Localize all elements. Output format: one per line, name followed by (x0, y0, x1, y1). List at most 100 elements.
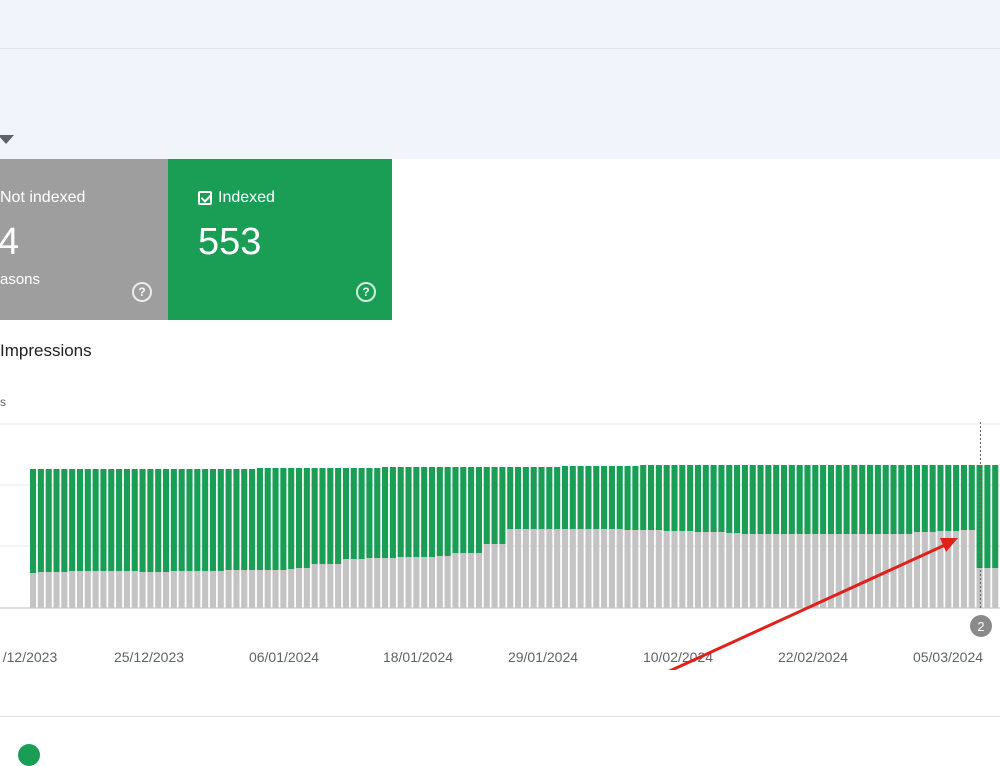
bar-not-indexed[interactable] (288, 569, 295, 608)
bar-indexed[interactable] (53, 469, 60, 572)
bar-indexed[interactable] (780, 465, 788, 534)
bar-not-indexed[interactable] (554, 529, 561, 608)
bar-not-indexed[interactable] (984, 568, 991, 608)
bar-indexed[interactable] (710, 465, 717, 532)
bar-indexed[interactable] (851, 465, 858, 534)
bar-indexed[interactable] (515, 467, 522, 529)
bar-not-indexed[interactable] (421, 557, 428, 608)
bar-indexed[interactable] (867, 465, 874, 534)
bar-indexed[interactable] (984, 465, 991, 568)
bar-indexed[interactable] (233, 469, 240, 570)
bar-indexed[interactable] (45, 469, 52, 572)
bar-not-indexed[interactable] (162, 572, 170, 608)
bar-indexed[interactable] (92, 469, 99, 571)
bar-not-indexed[interactable] (632, 530, 639, 608)
bar-not-indexed[interactable] (295, 568, 303, 608)
bar-not-indexed[interactable] (108, 571, 115, 608)
bar-not-indexed[interactable] (233, 570, 240, 608)
bar-not-indexed[interactable] (37, 572, 44, 608)
bar-not-indexed[interactable] (694, 532, 702, 608)
bar-not-indexed[interactable] (382, 558, 389, 608)
bar-indexed[interactable] (945, 465, 952, 531)
bar-not-indexed[interactable] (702, 532, 709, 608)
bar-not-indexed[interactable] (499, 544, 506, 608)
bar-not-indexed[interactable] (350, 559, 357, 608)
bar-indexed[interactable] (397, 467, 404, 557)
bar-not-indexed[interactable] (84, 571, 91, 608)
bar-not-indexed[interactable] (389, 558, 396, 608)
bar-indexed[interactable] (30, 469, 37, 573)
bar-indexed[interactable] (624, 466, 631, 530)
bar-indexed[interactable] (530, 467, 537, 529)
bar-not-indexed[interactable] (468, 553, 475, 608)
bar-indexed[interactable] (601, 466, 608, 529)
bar-not-indexed[interactable] (679, 531, 686, 608)
bar-indexed[interactable] (256, 468, 263, 570)
bar-not-indexed[interactable] (327, 564, 334, 608)
bar-not-indexed[interactable] (577, 529, 584, 608)
bar-not-indexed[interactable] (843, 534, 850, 608)
bar-not-indexed[interactable] (968, 530, 975, 608)
bar-indexed[interactable] (663, 465, 670, 531)
bar-not-indexed[interactable] (131, 571, 138, 608)
checkbox-icon[interactable] (198, 191, 212, 205)
bar-indexed[interactable] (890, 465, 897, 534)
bar-not-indexed[interactable] (655, 530, 662, 608)
bar-not-indexed[interactable] (475, 553, 482, 608)
bar-not-indexed[interactable] (757, 534, 764, 608)
bar-indexed[interactable] (491, 467, 498, 544)
bar-not-indexed[interactable] (264, 570, 271, 608)
bar-indexed[interactable] (452, 467, 459, 553)
bar-indexed[interactable] (280, 468, 287, 570)
bar-not-indexed[interactable] (734, 533, 741, 608)
bar-indexed[interactable] (272, 468, 279, 570)
bar-indexed[interactable] (773, 465, 780, 534)
bar-indexed[interactable] (413, 467, 420, 557)
bar-not-indexed[interactable] (405, 557, 412, 608)
bar-indexed[interactable] (812, 465, 819, 534)
bar-not-indexed[interactable] (483, 544, 490, 608)
bar-not-indexed[interactable] (256, 570, 263, 608)
bar-not-indexed[interactable] (647, 530, 655, 608)
bar-not-indexed[interactable] (874, 534, 881, 608)
bar-not-indexed[interactable] (444, 556, 451, 608)
bar-not-indexed[interactable] (358, 559, 365, 608)
bar-indexed[interactable] (820, 465, 827, 534)
bar-indexed[interactable] (374, 468, 381, 558)
bar-indexed[interactable] (178, 469, 185, 571)
bar-indexed[interactable] (249, 469, 256, 570)
bar-indexed[interactable] (741, 465, 748, 534)
bar-indexed[interactable] (460, 467, 467, 553)
bar-not-indexed[interactable] (311, 564, 318, 608)
bar-indexed[interactable] (921, 465, 928, 532)
bar-not-indexed[interactable] (601, 529, 608, 608)
bar-indexed[interactable] (288, 468, 295, 569)
bar-indexed[interactable] (874, 465, 881, 534)
bar-indexed[interactable] (335, 468, 342, 564)
bar-indexed[interactable] (483, 467, 490, 544)
bar-indexed[interactable] (788, 465, 795, 534)
bar-indexed[interactable] (37, 469, 44, 572)
bar-indexed[interactable] (311, 468, 318, 564)
bar-indexed[interactable] (859, 465, 866, 534)
bar-not-indexed[interactable] (906, 534, 913, 608)
bar-indexed[interactable] (475, 467, 482, 553)
bar-not-indexed[interactable] (202, 571, 209, 608)
bar-not-indexed[interactable] (812, 534, 819, 608)
bar-indexed[interactable] (796, 465, 803, 534)
bar-not-indexed[interactable] (616, 529, 623, 608)
bar-not-indexed[interactable] (624, 530, 631, 608)
bar-indexed[interactable] (194, 469, 201, 571)
bar-not-indexed[interactable] (100, 571, 107, 608)
bar-not-indexed[interactable] (303, 568, 310, 608)
bar-not-indexed[interactable] (92, 571, 99, 608)
bar-indexed[interactable] (123, 469, 130, 571)
bar-not-indexed[interactable] (209, 571, 217, 608)
bar-indexed[interactable] (640, 465, 647, 530)
bar-not-indexed[interactable] (538, 529, 545, 608)
bar-not-indexed[interactable] (460, 553, 467, 608)
bar-indexed[interactable] (382, 467, 389, 558)
bar-not-indexed[interactable] (241, 570, 248, 608)
bar-indexed[interactable] (155, 469, 162, 572)
bar-indexed[interactable] (295, 468, 303, 568)
